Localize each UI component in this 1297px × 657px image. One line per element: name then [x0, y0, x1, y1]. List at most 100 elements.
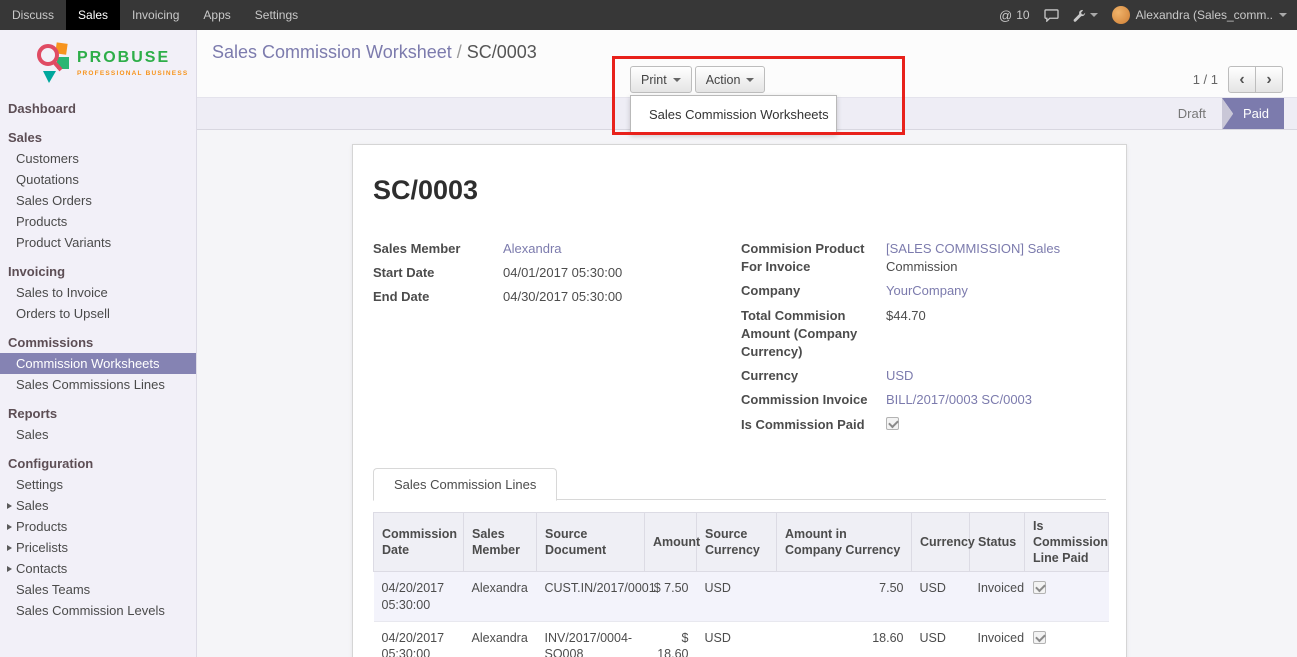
cell-line-paid	[1025, 572, 1109, 622]
tab-strip: Sales Commission Lines	[373, 467, 1106, 500]
field-value-commission-product-link[interactable]: [SALES COMMISSION] Sales	[886, 241, 1060, 256]
field-label-total-commission-amount: Total Commision Amount (Company Currency…	[741, 307, 886, 362]
sidebar-item-config-contacts[interactable]: Contacts	[0, 558, 196, 579]
sidebar-item-dashboard[interactable]: Dashboard	[0, 98, 196, 119]
sidebar-item-sales-commissions-lines[interactable]: Sales Commissions Lines	[0, 374, 196, 395]
menu-item-sales-commission-worksheets[interactable]: Sales Commission Worksheets	[631, 101, 836, 128]
caret-right-icon	[7, 545, 12, 551]
table-header-row: Commission Date Sales Member Source Docu…	[374, 512, 1109, 572]
column-header-amount[interactable]: Amount	[645, 512, 697, 572]
line-paid-checkbox	[1033, 631, 1046, 644]
column-header-currency[interactable]: Currency	[912, 512, 970, 572]
field-groups: Sales Member Alexandra Start Date 04/01/…	[373, 240, 1106, 441]
field-value-end-date: 04/30/2017 05:30:00	[503, 288, 741, 306]
sidebar-section-configuration[interactable]: Configuration	[0, 453, 196, 474]
logo-title: PROBUSE	[77, 50, 188, 66]
sidebar-item-sales[interactable]: Sales	[0, 127, 196, 148]
caret-down-icon	[673, 78, 681, 82]
is-commission-paid-checkbox	[886, 417, 899, 430]
cell-status: Invoiced	[970, 621, 1025, 657]
print-dropdown-menu: Sales Commission Worksheets	[630, 95, 837, 134]
breadcrumb-parent-link[interactable]: Sales Commission Worksheet	[212, 42, 452, 62]
pager: 1 / 1 ‹ ›	[1193, 66, 1283, 93]
nav-item-sales[interactable]: Sales	[66, 0, 120, 30]
action-button-label: Action	[706, 73, 741, 87]
cell-line-paid	[1025, 621, 1109, 657]
sidebar-item-config-pricelists[interactable]: Pricelists	[0, 537, 196, 558]
sidebar-section-invoicing[interactable]: Invoicing	[0, 261, 196, 282]
pager-previous-button[interactable]: ‹	[1228, 66, 1256, 93]
sidebar-item-sales-to-invoice[interactable]: Sales to Invoice	[0, 282, 196, 303]
field-label-commission-product: Commision Product For Invoice	[741, 240, 886, 276]
probuse-logo-mark-icon	[36, 42, 70, 84]
print-button[interactable]: Print	[630, 66, 692, 93]
sidebar-item-settings[interactable]: Settings	[0, 474, 196, 495]
mention-counter[interactable]: @ 10	[999, 8, 1030, 23]
action-button[interactable]: Action	[695, 66, 766, 93]
tab-sales-commission-lines[interactable]: Sales Commission Lines	[373, 468, 557, 501]
column-header-source-currency[interactable]: Source Currency	[697, 512, 777, 572]
nav-item-settings[interactable]: Settings	[243, 0, 310, 30]
mention-count: 10	[1016, 8, 1029, 22]
sidebar-item-quotations[interactable]: Quotations	[0, 169, 196, 190]
field-value-company-link[interactable]: YourCompany	[886, 283, 968, 298]
field-value-commission-invoice-link[interactable]: BILL/2017/0003 SC/0003	[886, 392, 1032, 407]
cell-sales-member: Alexandra	[464, 572, 537, 622]
user-menu[interactable]: Alexandra (Sales_comm..	[1112, 6, 1287, 24]
sidebar-item-config-sales[interactable]: Sales	[0, 495, 196, 516]
column-header-line-paid[interactable]: Is Commission Line Paid	[1025, 512, 1109, 572]
pager-count: 1 / 1	[1193, 72, 1218, 87]
cell-amount-company: 7.50	[777, 572, 912, 622]
field-value-start-date: 04/01/2017 05:30:00	[503, 264, 741, 282]
sidebar-item-product-variants[interactable]: Product Variants	[0, 232, 196, 253]
cell-amount-company: 18.60	[777, 621, 912, 657]
sidebar-menu: Dashboard Sales Customers Quotations Sal…	[0, 94, 196, 621]
sidebar-item-reports-sales[interactable]: Sales	[0, 424, 196, 445]
nav-item-apps[interactable]: Apps	[191, 0, 242, 30]
sidebar-item-sales-commission-levels[interactable]: Sales Commission Levels	[0, 600, 196, 621]
app-menu: Discuss Sales Invoicing Apps Settings	[0, 0, 310, 30]
column-header-status[interactable]: Status	[970, 512, 1025, 572]
sidebar-item-orders-to-upsell[interactable]: Orders to Upsell	[0, 303, 196, 324]
cell-commission-date: 04/20/2017 05:30:00	[374, 572, 464, 622]
nav-item-discuss[interactable]: Discuss	[0, 0, 66, 30]
caret-right-icon	[7, 566, 12, 572]
sidebar: PROBUSE PROFESSIONAL BUSINESS Dashboard …	[0, 30, 197, 657]
sidebar-item-sales-teams[interactable]: Sales Teams	[0, 579, 196, 600]
column-header-source-document[interactable]: Source Document	[537, 512, 645, 572]
messages-button[interactable]	[1044, 9, 1059, 22]
debug-menu-button[interactable]	[1073, 9, 1098, 22]
sidebar-item-products[interactable]: Products	[0, 211, 196, 232]
chevron-right-icon: ›	[1266, 71, 1271, 89]
content-area: SC/0003 Sales Member Alexandra Start Dat…	[197, 130, 1297, 657]
field-value-currency-link[interactable]: USD	[886, 368, 913, 383]
notebook: Sales Commission Lines Commission Date S…	[373, 467, 1106, 657]
status-stage-draft[interactable]: Draft	[1162, 98, 1222, 129]
field-group-left: Sales Member Alexandra Start Date 04/01/…	[373, 240, 741, 441]
caret-right-icon	[7, 503, 12, 509]
chat-icon	[1044, 9, 1059, 22]
pager-next-button[interactable]: ›	[1255, 66, 1283, 93]
sidebar-item-sales-orders[interactable]: Sales Orders	[0, 190, 196, 211]
column-header-sales-member[interactable]: Sales Member	[464, 512, 537, 572]
sidebar-item-label: Products	[16, 519, 67, 534]
stage-arrow-icon	[1222, 98, 1233, 130]
column-header-amount-company-currency[interactable]: Amount in Company Currency	[777, 512, 912, 572]
cell-source-currency: USD	[697, 621, 777, 657]
field-value-sales-member-link[interactable]: Alexandra	[503, 241, 562, 256]
column-header-commission-date[interactable]: Commission Date	[374, 512, 464, 572]
sidebar-item-commission-worksheets[interactable]: Commission Worksheets	[0, 353, 196, 374]
wrench-icon	[1073, 9, 1086, 22]
sidebar-section-commissions[interactable]: Commissions	[0, 332, 196, 353]
sidebar-item-customers[interactable]: Customers	[0, 148, 196, 169]
logo-subtitle: PROFESSIONAL BUSINESS	[77, 70, 188, 77]
nav-item-invoicing[interactable]: Invoicing	[120, 0, 191, 30]
sidebar-section-reports[interactable]: Reports	[0, 403, 196, 424]
table-row[interactable]: 04/20/2017 05:30:00 Alexandra CUST.IN/20…	[374, 572, 1109, 622]
chevron-left-icon: ‹	[1239, 71, 1244, 89]
stage-spacer	[1284, 98, 1297, 129]
probuse-logo[interactable]: PROBUSE PROFESSIONAL BUSINESS	[0, 30, 196, 94]
print-button-label: Print	[641, 73, 667, 87]
sidebar-item-config-products[interactable]: Products	[0, 516, 196, 537]
table-row[interactable]: 04/20/2017 05:30:00 Alexandra INV/2017/0…	[374, 621, 1109, 657]
